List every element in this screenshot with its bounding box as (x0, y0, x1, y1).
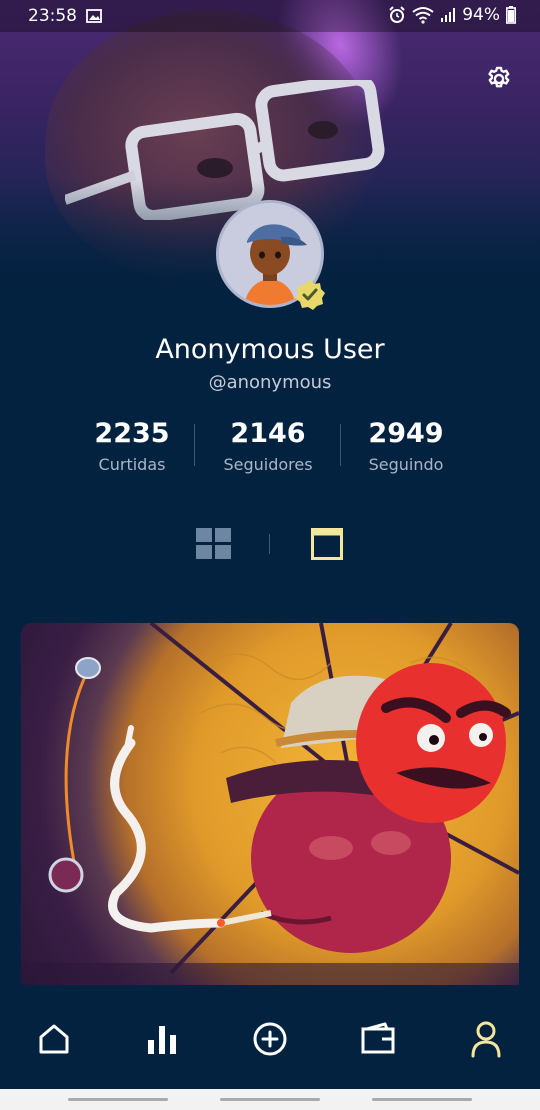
verified-badge-icon (295, 280, 325, 310)
nav-profile[interactable] (464, 1017, 508, 1061)
stat-divider (194, 424, 195, 466)
gallery-notification-icon (86, 9, 102, 23)
signal-icon (441, 8, 456, 22)
grid-view-button[interactable] (196, 528, 232, 560)
gesture-pill-back[interactable] (68, 1098, 168, 1101)
status-bar: 23:58 94% (0, 0, 540, 32)
grid-icon (196, 528, 231, 559)
stat-followers-label: Seguidores (223, 455, 313, 474)
settings-button[interactable] (484, 64, 514, 94)
feed-icon (311, 528, 343, 560)
post-card[interactable] (21, 623, 519, 985)
stats-icon (148, 1026, 176, 1054)
stat-following-value: 2949 (368, 418, 444, 449)
add-icon (253, 1022, 287, 1056)
battery-percent: 94% (462, 5, 500, 25)
profile-handle: @anonymous (208, 372, 332, 393)
nav-stats[interactable] (140, 1017, 184, 1061)
stat-likes[interactable]: 2235 Curtidas (82, 418, 182, 474)
gesture-pill-recents[interactable] (372, 1098, 472, 1101)
alarm-icon (389, 6, 405, 23)
stat-likes-label: Curtidas (98, 455, 166, 474)
post-artwork (21, 623, 519, 985)
stat-following[interactable]: 2949 Seguindo (356, 418, 456, 474)
battery-icon (506, 6, 516, 24)
wallet-icon (361, 1022, 395, 1054)
stat-followers[interactable]: 2146 Seguidores (212, 418, 324, 474)
profile-icon (471, 1021, 501, 1058)
nav-add[interactable] (248, 1017, 292, 1061)
stat-following-label: Seguindo (368, 455, 444, 474)
nav-wallet[interactable] (356, 1017, 400, 1061)
gesture-bar (0, 1089, 540, 1110)
nav-home[interactable] (32, 1017, 76, 1061)
stat-followers-value: 2146 (230, 418, 306, 449)
status-time: 23:58 (28, 6, 77, 26)
gesture-pill-home[interactable] (220, 1098, 320, 1101)
profile-name: Anonymous User (155, 334, 385, 365)
status-icons: 94% (388, 5, 516, 25)
toggle-divider (269, 534, 270, 554)
wifi-icon (412, 7, 434, 24)
stat-likes-value: 2235 (94, 418, 170, 449)
gear-icon (488, 66, 510, 88)
home-icon (39, 1024, 69, 1054)
stat-divider (340, 424, 341, 466)
feed-view-button[interactable] (311, 528, 343, 560)
